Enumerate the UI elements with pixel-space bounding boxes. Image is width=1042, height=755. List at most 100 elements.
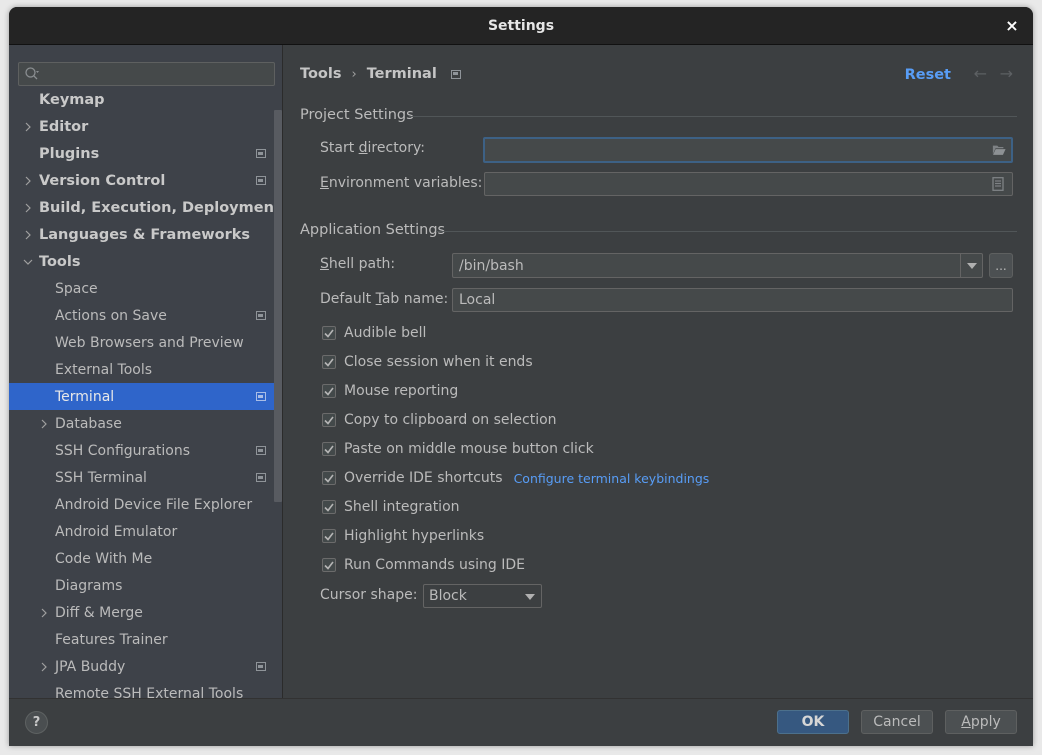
environment-variables-field[interactable]	[484, 172, 1013, 196]
checkbox[interactable]	[322, 471, 336, 485]
sidebar-item-label: Remote SSH External Tools	[55, 685, 244, 699]
checkbox-label[interactable]: Paste on middle mouse button click	[344, 441, 594, 457]
sidebar-item-tools[interactable]: Tools	[9, 248, 282, 275]
search-field[interactable]	[18, 62, 275, 86]
checkbox-label[interactable]: Close session when it ends	[344, 354, 533, 370]
sidebar-item-diagrams[interactable]: Diagrams	[9, 572, 282, 599]
close-icon: ×	[1005, 15, 1019, 35]
chevron-right-icon[interactable]	[22, 229, 34, 241]
checkmark-icon	[324, 358, 334, 367]
sidebar-item-languages-frameworks[interactable]: Languages & Frameworks	[9, 221, 282, 248]
checkbox-label[interactable]: Run Commands using IDE	[344, 557, 525, 573]
checkbox[interactable]	[322, 355, 336, 369]
shell-path-dropdown-button[interactable]	[960, 254, 982, 277]
configure-keybindings-link[interactable]: Configure terminal keybindings	[514, 471, 710, 486]
sidebar-item-label: Android Emulator	[55, 523, 178, 540]
checkbox-row-copy-to-clipboard-on-selection: Copy to clipboard on selection	[322, 410, 557, 430]
environment-variables-label: Environment variables:	[320, 175, 483, 191]
checkbox[interactable]	[322, 529, 336, 543]
sidebar-item-label: External Tools	[55, 361, 153, 378]
chevron-right-icon[interactable]	[38, 607, 50, 619]
checkbox-label[interactable]: Mouse reporting	[344, 383, 458, 399]
checkbox-row-mouse-reporting: Mouse reporting	[322, 381, 458, 401]
sidebar-scrollbar[interactable]	[274, 110, 282, 502]
default-tab-name-input[interactable]	[459, 292, 1012, 308]
back-arrow-icon[interactable]: ←	[974, 64, 987, 83]
checkbox[interactable]	[322, 500, 336, 514]
sidebar-item-android-emulator[interactable]: Android Emulator	[9, 518, 282, 545]
browse-shell-button[interactable]: ...	[989, 253, 1013, 278]
checkbox[interactable]	[322, 326, 336, 340]
cursor-shape-label: Cursor shape:	[320, 587, 418, 603]
sidebar-item-database[interactable]: Database	[9, 410, 282, 437]
checkbox[interactable]	[322, 413, 336, 427]
dialog-footer: ? OK Cancel Apply	[9, 698, 1033, 746]
folder-open-icon[interactable]	[992, 143, 1006, 157]
sidebar-item-label: Web Browsers and Preview	[55, 334, 244, 351]
sidebar-item-remote-ssh-external-tools[interactable]: Remote SSH External Tools	[9, 680, 282, 699]
sidebar-item-plugins[interactable]: Plugins	[9, 140, 282, 167]
checkbox-row-run-commands-using-ide: Run Commands using IDE	[322, 555, 525, 575]
project-settings-title: Project Settings	[300, 107, 414, 123]
sidebar-item-code-with-me[interactable]: Code With Me	[9, 545, 282, 572]
checkbox-row-paste-on-middle-mouse-button-click: Paste on middle mouse button click	[322, 439, 594, 459]
chevron-right-icon[interactable]	[38, 418, 50, 430]
checkbox[interactable]	[322, 384, 336, 398]
sidebar-item-keymap[interactable]: Keymap	[9, 86, 282, 113]
shell-path-combo[interactable]	[452, 253, 983, 278]
checkbox-label[interactable]: Copy to clipboard on selection	[344, 412, 557, 428]
shell-path-input[interactable]	[459, 257, 982, 274]
search-input[interactable]	[43, 63, 270, 85]
chevron-right-icon[interactable]	[22, 202, 34, 214]
sidebar-item-android-device-file-explorer[interactable]: Android Device File Explorer	[9, 491, 282, 518]
sidebar-item-editor[interactable]: Editor	[9, 113, 282, 140]
checkbox[interactable]	[322, 442, 336, 456]
checkbox-row-shell-integration: Shell integration	[322, 497, 460, 517]
document-icon[interactable]	[991, 177, 1005, 191]
environment-variables-input[interactable]	[491, 176, 1012, 192]
checkbox-label[interactable]: Audible bell	[344, 325, 426, 341]
sidebar-item-diff-merge[interactable]: Diff & Merge	[9, 599, 282, 626]
ok-button[interactable]: OK	[777, 710, 849, 734]
sidebar-item-version-control[interactable]: Version Control	[9, 167, 282, 194]
checkbox-label[interactable]: Highlight hyperlinks	[344, 528, 484, 544]
chevron-right-icon[interactable]	[22, 175, 34, 187]
project-scope-icon	[256, 662, 266, 671]
apply-button[interactable]: Apply	[945, 710, 1017, 734]
settings-tree: Keymap Editor Plugins Version Control Build,…	[9, 86, 282, 698]
breadcrumb-tools[interactable]: Tools	[300, 66, 342, 82]
shell-path-label: Shell path:	[320, 256, 396, 272]
sidebar-item-actions-on-save[interactable]: Actions on Save	[9, 302, 282, 329]
close-button[interactable]: ×	[1003, 15, 1021, 35]
chevron-right-icon[interactable]	[38, 661, 50, 673]
checkbox[interactable]	[322, 558, 336, 572]
sidebar-item-label: Features Trainer	[55, 631, 168, 648]
chevron-down-icon	[525, 594, 535, 600]
sidebar-item-space[interactable]: Space	[9, 275, 282, 302]
cursor-shape-select[interactable]: Block	[423, 584, 542, 608]
start-directory-input[interactable]	[491, 142, 1011, 158]
help-button[interactable]: ?	[25, 711, 48, 734]
start-directory-field[interactable]	[483, 137, 1013, 163]
sidebar-item-terminal[interactable]: Terminal	[9, 383, 282, 410]
sidebar-item-ssh-configurations[interactable]: SSH Configurations	[9, 437, 282, 464]
chevron-down-icon[interactable]	[22, 256, 34, 268]
reset-link[interactable]: Reset	[905, 67, 951, 83]
forward-arrow-icon[interactable]: →	[1000, 64, 1013, 83]
sidebar-item-web-browsers-and-preview[interactable]: Web Browsers and Preview	[9, 329, 282, 356]
sidebar-item-build-execution-deployment[interactable]: Build, Execution, Deployment	[9, 194, 282, 221]
breadcrumb: Tools › Terminal	[300, 66, 461, 82]
sidebar-item-label: Languages & Frameworks	[39, 226, 251, 243]
sidebar-item-external-tools[interactable]: External Tools	[9, 356, 282, 383]
sidebar-item-ssh-terminal[interactable]: SSH Terminal	[9, 464, 282, 491]
checkbox-label[interactable]: Override IDE shortcuts	[344, 470, 503, 486]
sidebar-item-jpa-buddy[interactable]: JPA Buddy	[9, 653, 282, 680]
cancel-button[interactable]: Cancel	[861, 710, 933, 734]
checkbox-row-highlight-hyperlinks: Highlight hyperlinks	[322, 526, 484, 546]
default-tab-name-field[interactable]	[452, 288, 1013, 312]
chevron-right-icon[interactable]	[22, 121, 34, 133]
sidebar-item-features-trainer[interactable]: Features Trainer	[9, 626, 282, 653]
sidebar-item-label: SSH Terminal	[55, 469, 147, 486]
checkmark-icon	[324, 445, 334, 454]
checkbox-label[interactable]: Shell integration	[344, 499, 460, 515]
